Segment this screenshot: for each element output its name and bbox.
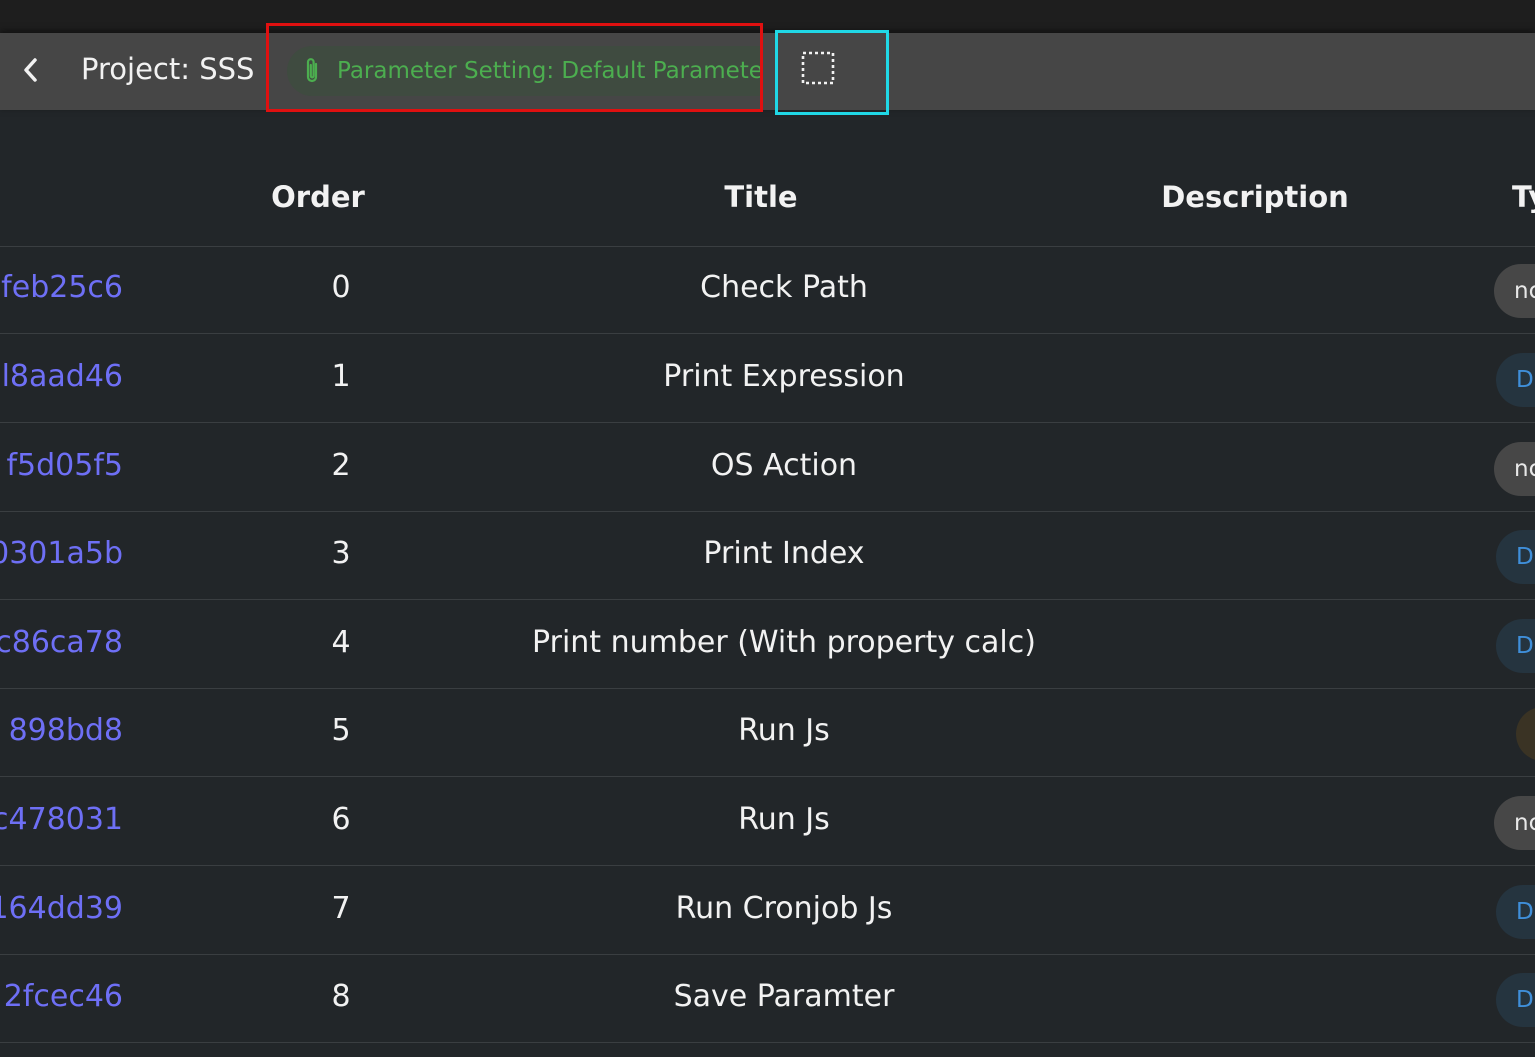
row-type-badge: D <box>1496 353 1535 407</box>
table-row[interactable]: 0301a5b 3 Print Index D <box>0 512 1535 600</box>
column-header-description[interactable]: Description <box>1161 180 1349 214</box>
row-order: 4 <box>331 625 351 660</box>
row-id-link[interactable]: 2fcec46 <box>4 979 123 1014</box>
project-title: Project: SSS <box>81 52 255 86</box>
row-id-link[interactable]: 164dd39 <box>0 891 123 926</box>
table-row[interactable]: c478031 6 Run Js nc <box>0 778 1535 866</box>
row-order: 5 <box>331 713 351 748</box>
row-type-badge: D <box>1496 973 1535 1027</box>
row-title: Print number (With property calc) <box>532 625 1036 660</box>
row-type-badge <box>1516 707 1535 761</box>
chevron-left-icon <box>24 58 37 82</box>
back-button[interactable] <box>14 53 48 87</box>
table-header: Order Title Description Ty <box>0 155 1535 247</box>
row-id-link[interactable]: feb25c6 <box>1 270 123 305</box>
row-order: 1 <box>331 359 351 394</box>
table-row[interactable]: f5d05f5 2 OS Action nc <box>0 424 1535 512</box>
row-type-badge: nc <box>1494 796 1535 850</box>
column-header-title[interactable]: Title <box>724 180 797 214</box>
project-toolbar: Project: SSS <box>0 33 1535 110</box>
row-type-badge: D <box>1496 619 1535 673</box>
row-title: Save Paramter <box>673 979 895 1014</box>
dashed-selection-icon[interactable] <box>800 50 836 86</box>
table-row[interactable]: 164dd39 7 Run Cronjob Js D <box>0 867 1535 955</box>
row-id-link[interactable]: 0301a5b <box>0 536 123 571</box>
table-row[interactable]: 2fcec46 8 Save Paramter D <box>0 955 1535 1043</box>
row-order: 8 <box>331 979 351 1014</box>
row-title: Run Js <box>738 713 830 748</box>
row-title: Print Expression <box>663 359 905 394</box>
row-title: OS Action <box>710 448 858 483</box>
row-type-badge: nc <box>1494 442 1535 496</box>
row-id-link[interactable]: c478031 <box>0 802 123 837</box>
row-order: 6 <box>331 802 351 837</box>
row-type-badge: nc <box>1494 264 1535 318</box>
row-title: Run Cronjob Js <box>675 891 893 926</box>
table-row[interactable]: 898bd8 5 Run Js <box>0 689 1535 777</box>
row-type-badge: D <box>1496 885 1535 939</box>
row-title: Print Index <box>703 536 865 571</box>
row-id-link[interactable]: 898bd8 <box>9 713 123 748</box>
row-order: 3 <box>331 536 351 571</box>
row-order: 7 <box>331 891 351 926</box>
highlight-box-red <box>266 23 763 112</box>
column-header-order[interactable]: Order <box>271 180 365 214</box>
table-row[interactable]: c86ca78 4 Print number (With property calc… <box>0 601 1535 689</box>
table-row[interactable]: feb25c6 0 Check Path nc <box>0 246 1535 334</box>
row-order: 2 <box>331 448 351 483</box>
row-id-link[interactable]: f5d05f5 <box>6 448 123 483</box>
window-top-strip <box>0 0 1535 33</box>
row-title: Check Path <box>700 270 868 305</box>
row-title: Run Js <box>738 802 830 837</box>
row-id-link[interactable]: c86ca78 <box>0 625 123 660</box>
row-order: 0 <box>331 270 351 305</box>
row-type-badge: D <box>1496 530 1535 584</box>
table-row[interactable]: l8aad46 1 Print Expression D <box>0 335 1535 423</box>
row-id-link[interactable]: l8aad46 <box>2 359 123 394</box>
column-header-type[interactable]: Ty <box>1512 180 1535 214</box>
